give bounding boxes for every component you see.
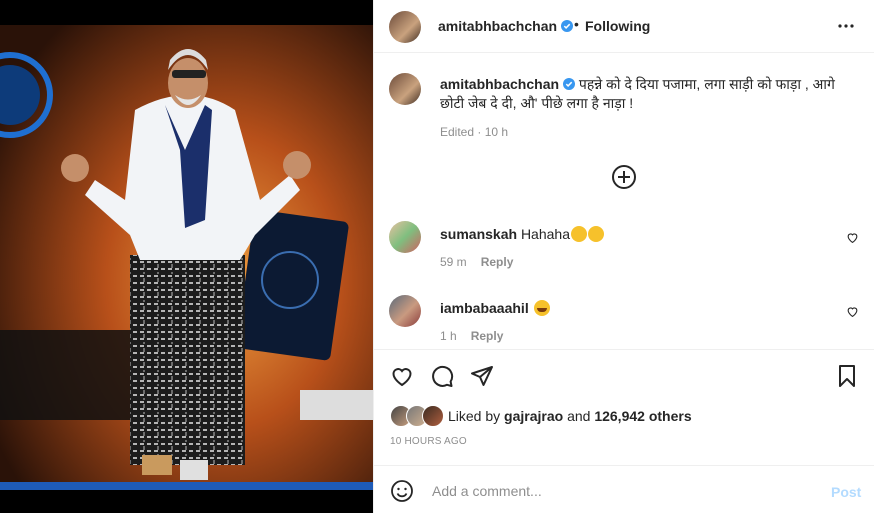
- liker-username[interactable]: gajrajrao: [504, 408, 563, 424]
- comment-meta: 1 h Reply: [440, 329, 503, 343]
- action-bar: [374, 349, 874, 397]
- post-comment-button[interactable]: Post: [831, 484, 861, 500]
- caption-edited-time: Edited · 10 h: [440, 125, 509, 139]
- commenter-avatar[interactable]: [389, 295, 421, 327]
- caption-avatar[interactable]: [389, 73, 421, 105]
- stage-photo: [0, 0, 373, 513]
- caption-text-block: amitabhbachchan पहन्ने को दे दिया पजामा,…: [440, 75, 850, 113]
- bookmark-icon[interactable]: [835, 364, 859, 388]
- comment-icon[interactable]: [430, 364, 454, 388]
- commenter-avatar[interactable]: [389, 221, 421, 253]
- heart-icon[interactable]: [846, 231, 859, 244]
- more-options-icon[interactable]: [836, 16, 856, 36]
- liker-avatars: [390, 405, 450, 427]
- likes-prefix: Liked by: [448, 408, 501, 424]
- comment-body: sumanskah Hahaha: [440, 226, 604, 242]
- like-heart-icon[interactable]: [390, 364, 414, 388]
- liker-avatar: [422, 405, 444, 427]
- post-details-panel: amitabhbachchan • Following amitabhbachc…: [373, 0, 874, 513]
- comment-time: 59 m: [440, 255, 467, 269]
- likes-and: and: [567, 408, 591, 424]
- comment-body: iambabaaahil: [440, 300, 550, 316]
- verified-badge-icon: [563, 78, 576, 90]
- comment-meta: 59 m Reply: [440, 255, 513, 269]
- post-timestamp[interactable]: 10 HOURS AGO: [390, 436, 467, 447]
- commenter-username[interactable]: iambabaaahil: [440, 300, 529, 316]
- likes-others-link[interactable]: 126,942 others: [594, 408, 691, 424]
- add-comment-input[interactable]: [430, 478, 814, 504]
- verified-badge-icon: [561, 20, 574, 32]
- commenter-username[interactable]: sumanskah: [440, 226, 517, 242]
- clapping-hands-icon: [587, 226, 604, 242]
- reply-button[interactable]: Reply: [481, 255, 514, 269]
- load-more-icon[interactable]: [611, 164, 637, 190]
- caption-username[interactable]: amitabhbachchan: [440, 76, 576, 92]
- share-icon[interactable]: [470, 364, 494, 388]
- author-avatar[interactable]: [389, 11, 421, 43]
- comment-text: Hahaha: [520, 226, 570, 242]
- clapping-hands-icon: [570, 226, 587, 242]
- author-username[interactable]: amitabhbachchan: [438, 18, 574, 34]
- comment-time: 1 h: [440, 329, 457, 343]
- likes-text: Liked by gajrajrao and 126,942 others: [448, 408, 692, 424]
- emoji-smile-icon[interactable]: [390, 479, 414, 503]
- following-button[interactable]: Following: [585, 18, 650, 34]
- post-image[interactable]: [0, 0, 373, 513]
- heart-icon[interactable]: [846, 305, 859, 318]
- reply-button[interactable]: Reply: [471, 329, 504, 343]
- post-header: amitabhbachchan • Following: [374, 0, 874, 53]
- separator-dot: •: [574, 16, 579, 32]
- add-comment-bar: Post: [374, 465, 874, 513]
- laughing-face-icon: [533, 300, 550, 316]
